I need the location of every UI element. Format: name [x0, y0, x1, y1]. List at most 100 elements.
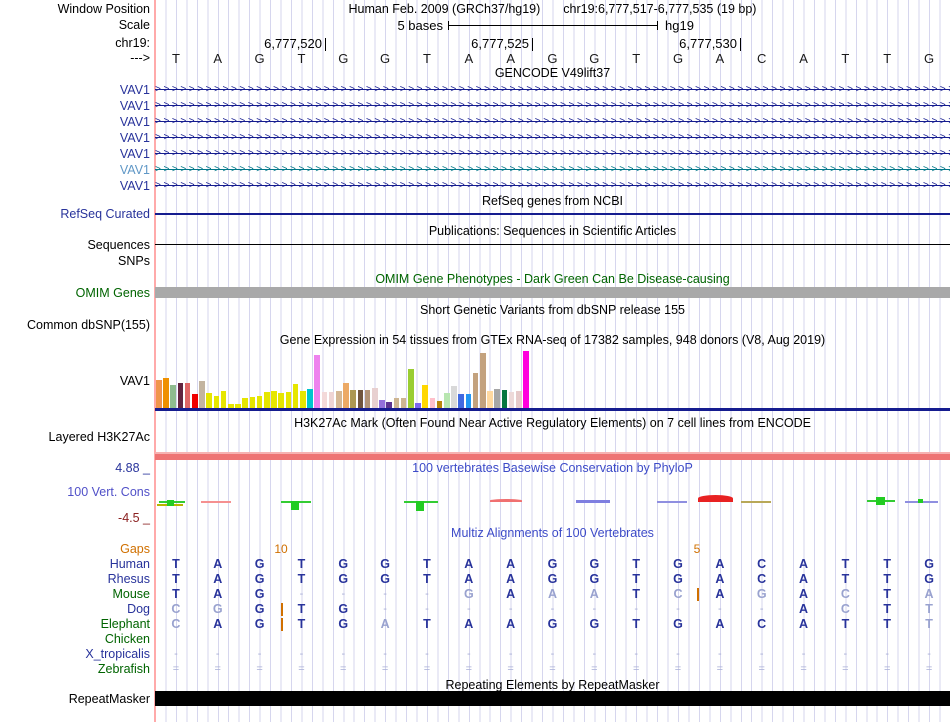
species-label[interactable]: Zebrafish: [0, 662, 150, 677]
gtex-expression-bar[interactable]: [170, 385, 176, 408]
phylop-conservation-track[interactable]: [155, 487, 950, 515]
transcript-line[interactable]: >>>>>>>>>>>>>>>>>>>>>>>>>>>>>>>>>>>>>>>>…: [155, 130, 950, 146]
refseq-gene-line[interactable]: [155, 213, 950, 215]
gtex-expression-bar[interactable]: [285, 392, 292, 408]
gtex-expression-bar[interactable]: [321, 392, 328, 408]
h3k27ac-signal-bar[interactable]: [155, 452, 950, 460]
gtex-expression-bar[interactable]: [523, 351, 529, 408]
gtex-expression-bar[interactable]: [328, 392, 335, 408]
gene-label[interactable]: VAV1: [0, 162, 150, 178]
conservation-track-label[interactable]: 100 Vert. Cons: [0, 485, 150, 500]
coordinate-ruler[interactable]: 6,777,520 6,777,525 6,777,530: [155, 36, 950, 51]
gtex-expression-bar[interactable]: [249, 397, 256, 408]
snps-label[interactable]: SNPs: [0, 254, 150, 269]
alignment-row-elephant[interactable]: Elephant C A G T G A T A A G G T G A C A T T T: [0, 617, 950, 632]
gtex-expression-bar[interactable]: [220, 391, 227, 408]
gtex-expression-bar[interactable]: [184, 383, 191, 408]
transcript-line[interactable]: >>>>>>>>>>>>>>>>>>>>>>>>>>>>>>>>>>>>>>>>…: [155, 146, 950, 162]
gtex-expression-bar[interactable]: [364, 390, 371, 408]
refseq-curated-label[interactable]: RefSeq Curated: [0, 207, 150, 222]
gtex-expression-bar[interactable]: [343, 383, 349, 408]
gencode-transcript-row[interactable]: VAV1 >>>>>>>>>>>>>>>>>>>>>>>>>>>>>>>>>>>>…: [0, 114, 950, 130]
gtex-expression-bar[interactable]: [278, 393, 284, 408]
gtex-expression-bar[interactable]: [264, 392, 270, 408]
common-dbsnp-label[interactable]: Common dbSNP(155): [0, 318, 150, 333]
gtex-expression-bar[interactable]: [472, 373, 479, 408]
gtex-gene-label[interactable]: VAV1: [0, 374, 150, 389]
omim-genes-label[interactable]: OMIM Genes: [0, 286, 150, 301]
gtex-expression-bar[interactable]: [242, 398, 248, 408]
gtex-expression-bar[interactable]: [199, 381, 205, 408]
gtex-expression-bar[interactable]: [516, 391, 522, 408]
publications-sequence-line[interactable]: [155, 244, 950, 245]
gtex-expression-bar[interactable]: [177, 383, 184, 408]
gtex-expression-bar[interactable]: [357, 390, 364, 408]
gene-label[interactable]: VAV1: [0, 98, 150, 114]
omim-gene-bar[interactable]: [155, 287, 950, 298]
gtex-expression-bar[interactable]: [379, 400, 385, 408]
species-label[interactable]: Human: [0, 557, 150, 572]
gtex-expression-bar[interactable]: [300, 391, 306, 408]
alignment-row-chicken[interactable]: Chicken: [0, 632, 950, 647]
gtex-expression-bar[interactable]: [307, 389, 313, 408]
gtex-expression-bar[interactable]: [156, 380, 162, 408]
transcript-line[interactable]: >>>>>>>>>>>>>>>>>>>>>>>>>>>>>>>>>>>>>>>>…: [155, 82, 950, 98]
gencode-transcript-row[interactable]: VAV1 >>>>>>>>>>>>>>>>>>>>>>>>>>>>>>>>>>>>…: [0, 98, 950, 114]
species-label[interactable]: Mouse: [0, 587, 150, 602]
species-label[interactable]: Elephant: [0, 617, 150, 632]
alignment-row-x_tropicalis[interactable]: X_tropicalis - - - - - - - - - - - - - - - - - - -: [0, 647, 950, 662]
gtex-expression-bar[interactable]: [451, 386, 457, 408]
gencode-transcript-row[interactable]: VAV1 >>>>>>>>>>>>>>>>>>>>>>>>>>>>>>>>>>>>…: [0, 130, 950, 146]
gtex-expression-chart[interactable]: [155, 351, 950, 408]
gene-label[interactable]: VAV1: [0, 114, 150, 130]
gtex-expression-bar[interactable]: [292, 384, 299, 408]
species-label[interactable]: Dog: [0, 602, 150, 617]
gtex-expression-bar[interactable]: [192, 394, 198, 408]
gene-label[interactable]: VAV1: [0, 82, 150, 98]
gtex-expression-bar[interactable]: [436, 401, 443, 408]
gencode-transcript-row[interactable]: VAV1 >>>>>>>>>>>>>>>>>>>>>>>>>>>>>>>>>>>>…: [0, 146, 950, 162]
gencode-transcript-row[interactable]: VAV1 >>>>>>>>>>>>>>>>>>>>>>>>>>>>>>>>>>>>…: [0, 162, 950, 178]
gene-label[interactable]: VAV1: [0, 130, 150, 146]
gtex-expression-bar[interactable]: [487, 391, 493, 408]
repeatmasker-label[interactable]: RepeatMasker: [0, 692, 150, 707]
gaps-label[interactable]: Gaps: [0, 542, 150, 557]
sequences-label[interactable]: Sequences: [0, 238, 150, 253]
species-label[interactable]: X_tropicalis: [0, 647, 150, 662]
gtex-expression-bar[interactable]: [408, 369, 414, 408]
gtex-expression-bar[interactable]: [271, 391, 277, 408]
gtex-expression-bar[interactable]: [206, 393, 212, 408]
dna-sequence-row[interactable]: TAGTGGTAAGGTGACATTG: [155, 51, 950, 66]
species-label[interactable]: Rhesus: [0, 572, 150, 587]
alignment-row-dog[interactable]: Dog C G G T G - - - - - - - - - - A C T T: [0, 602, 950, 617]
gene-label[interactable]: VAV1: [0, 146, 150, 162]
gtex-expression-bar[interactable]: [256, 396, 263, 408]
alignment-row-human[interactable]: Human T A G T G G T A A G G T G A C A T T G: [0, 557, 950, 572]
gtex-expression-bar[interactable]: [213, 396, 220, 408]
gtex-expression-bar[interactable]: [314, 355, 320, 408]
species-label[interactable]: Chicken: [0, 632, 150, 647]
gtex-expression-bar[interactable]: [508, 392, 515, 408]
transcript-line[interactable]: >>>>>>>>>>>>>>>>>>>>>>>>>>>>>>>>>>>>>>>>…: [155, 98, 950, 114]
transcript-line[interactable]: >>>>>>>>>>>>>>>>>>>>>>>>>>>>>>>>>>>>>>>>…: [155, 178, 950, 194]
gtex-expression-bar[interactable]: [429, 398, 436, 408]
gtex-expression-bar[interactable]: [372, 388, 378, 408]
gtex-expression-bar[interactable]: [336, 391, 342, 408]
gene-label[interactable]: VAV1: [0, 178, 150, 194]
gtex-expression-bar[interactable]: [458, 394, 464, 408]
gtex-expression-bar[interactable]: [465, 394, 472, 408]
gtex-expression-bar[interactable]: [501, 390, 508, 408]
repeatmasker-element-bar[interactable]: [155, 691, 950, 706]
gencode-transcript-row[interactable]: VAV1 >>>>>>>>>>>>>>>>>>>>>>>>>>>>>>>>>>>>…: [0, 178, 950, 194]
gencode-track[interactable]: VAV1 >>>>>>>>>>>>>>>>>>>>>>>>>>>>>>>>>>>>…: [0, 82, 950, 194]
transcript-line[interactable]: >>>>>>>>>>>>>>>>>>>>>>>>>>>>>>>>>>>>>>>>…: [155, 114, 950, 130]
gtex-expression-bar[interactable]: [494, 389, 500, 408]
alignment-row-mouse[interactable]: Mouse T A G - - - - G A A A T C A G A C T A: [0, 587, 950, 602]
gtex-expression-bar[interactable]: [422, 385, 428, 408]
layered-h3k27ac-label[interactable]: Layered H3K27Ac: [0, 430, 150, 445]
gencode-transcript-row[interactable]: VAV1 >>>>>>>>>>>>>>>>>>>>>>>>>>>>>>>>>>>>…: [0, 82, 950, 98]
gtex-expression-bar[interactable]: [163, 378, 169, 408]
alignment-row-zebrafish[interactable]: Zebrafish = = = = = = = = = = = = = = = = = = =: [0, 662, 950, 677]
gtex-expression-bar[interactable]: [350, 390, 356, 408]
gtex-expression-bar[interactable]: [393, 398, 400, 408]
